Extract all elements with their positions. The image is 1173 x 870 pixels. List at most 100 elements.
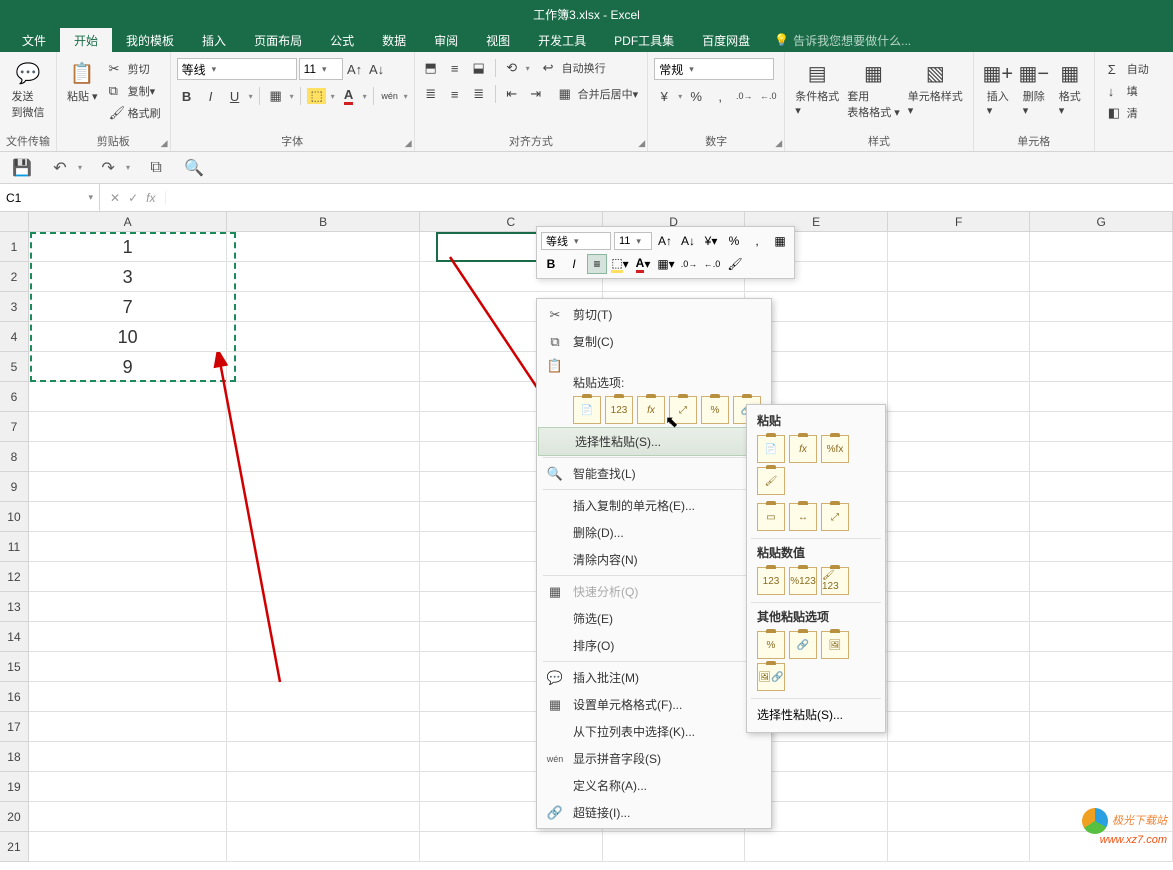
paste-opt-transpose[interactable]: ⤢ bbox=[669, 396, 697, 424]
mini-dec-inc[interactable]: .0→ bbox=[679, 254, 699, 274]
cell-A13[interactable] bbox=[29, 592, 227, 622]
cell-B17[interactable] bbox=[227, 712, 420, 742]
row-header[interactable]: 5 bbox=[0, 352, 29, 382]
row-header[interactable]: 16 bbox=[0, 682, 29, 712]
cell-F6[interactable] bbox=[888, 382, 1031, 412]
cell-G4[interactable] bbox=[1030, 322, 1173, 352]
cell-F7[interactable] bbox=[888, 412, 1031, 442]
sub-paste-transpose[interactable]: ⤢ bbox=[821, 503, 849, 531]
paste-opt-values[interactable]: 123 bbox=[605, 396, 633, 424]
cell-F20[interactable] bbox=[888, 802, 1031, 832]
row-header[interactable]: 11 bbox=[0, 532, 29, 562]
cell-B3[interactable] bbox=[227, 292, 420, 322]
cell-F8[interactable] bbox=[888, 442, 1031, 472]
cell-A18[interactable] bbox=[29, 742, 227, 772]
cell-A4[interactable]: 10 bbox=[29, 322, 227, 352]
mini-currency-icon[interactable]: ¥▾ bbox=[701, 231, 721, 251]
mini-font-size[interactable]: 11▾ bbox=[614, 232, 652, 250]
mini-format-painter[interactable]: 🖌 bbox=[725, 254, 745, 274]
row-header[interactable]: 8 bbox=[0, 442, 29, 472]
ctx-filter[interactable]: 筛选(E)▶ bbox=[537, 605, 771, 632]
ctx-copy[interactable]: ⧉复制(C) bbox=[537, 328, 771, 355]
row-header[interactable]: 9 bbox=[0, 472, 29, 502]
cell-A10[interactable] bbox=[29, 502, 227, 532]
cell-B20[interactable] bbox=[227, 802, 420, 832]
wrap-text-button[interactable]: ↩自动换行 bbox=[540, 59, 609, 77]
paste-opt-formatting[interactable]: % bbox=[701, 396, 729, 424]
ctx-format-cells[interactable]: ▦设置单元格格式(F)... bbox=[537, 691, 771, 718]
tab-baidu[interactable]: 百度网盘 bbox=[688, 28, 764, 52]
cell-B6[interactable] bbox=[227, 382, 420, 412]
cell-A5[interactable]: 9 bbox=[29, 352, 227, 382]
row-header[interactable]: 17 bbox=[0, 712, 29, 742]
cell-F18[interactable] bbox=[888, 742, 1031, 772]
indent-inc-icon[interactable]: ⇥ bbox=[526, 84, 546, 104]
name-box[interactable]: C1▾ bbox=[0, 184, 100, 211]
cell-G1[interactable] bbox=[1030, 232, 1173, 262]
mini-bold[interactable]: B bbox=[541, 254, 561, 274]
sub-paste-formulas-num[interactable]: %fx bbox=[821, 435, 849, 463]
ctx-sort[interactable]: 排序(O)▶ bbox=[537, 632, 771, 659]
ctx-cut[interactable]: ✂剪切(T) bbox=[537, 301, 771, 328]
delete-cells-button[interactable]: ▦−删除▾ bbox=[1016, 58, 1052, 119]
cell-B16[interactable] bbox=[227, 682, 420, 712]
ctx-smart-lookup[interactable]: 🔍智能查找(L) bbox=[537, 460, 771, 487]
cell-G19[interactable] bbox=[1030, 772, 1173, 802]
row-header[interactable]: 18 bbox=[0, 742, 29, 772]
fill-color-button[interactable]: ⬚ bbox=[307, 86, 327, 106]
cell-A11[interactable] bbox=[29, 532, 227, 562]
row-header[interactable]: 20 bbox=[0, 802, 29, 832]
tab-home[interactable]: 开始 bbox=[60, 28, 112, 52]
sub-paste-all[interactable]: 📄 bbox=[757, 435, 785, 463]
cell-A12[interactable] bbox=[29, 562, 227, 592]
cell-F21[interactable] bbox=[888, 832, 1031, 862]
format-painter-button[interactable]: 🖌格式刷 bbox=[106, 104, 164, 122]
sub-other-pic[interactable]: 🖼 bbox=[821, 631, 849, 659]
tab-pdf[interactable]: PDF工具集 bbox=[600, 28, 688, 52]
cell-G5[interactable] bbox=[1030, 352, 1173, 382]
cell-F13[interactable] bbox=[888, 592, 1031, 622]
sub-other-piclink[interactable]: 🖼🔗 bbox=[757, 663, 785, 691]
ctx-show-pinyin[interactable]: wén显示拼音字段(S) bbox=[537, 745, 771, 772]
copy-button[interactable]: ⧉复制 ▾ bbox=[106, 82, 164, 100]
font-shrink-icon[interactable]: A↓ bbox=[367, 59, 387, 79]
pinyin-button[interactable]: wén bbox=[380, 86, 400, 106]
insert-cells-button[interactable]: ▦+插入▾ bbox=[980, 58, 1016, 119]
mini-shrink-icon[interactable]: A↓ bbox=[678, 231, 698, 251]
redo-button[interactable]: ↷ bbox=[96, 156, 120, 180]
cell-G10[interactable] bbox=[1030, 502, 1173, 532]
cell-A3[interactable]: 7 bbox=[29, 292, 227, 322]
orientation-icon[interactable]: ⟲ bbox=[502, 58, 522, 78]
cell-B1[interactable] bbox=[227, 232, 420, 262]
sub-paste-special-item[interactable]: 选择性粘贴(S)... bbox=[747, 701, 885, 728]
cell-G7[interactable] bbox=[1030, 412, 1173, 442]
tab-insert[interactable]: 插入 bbox=[188, 28, 240, 52]
tell-me-input[interactable]: 💡 告诉我您想要做什么... bbox=[774, 28, 911, 52]
mini-align-center[interactable]: ≡ bbox=[587, 254, 607, 274]
clipboard-launcher-icon[interactable]: ◢ bbox=[161, 138, 168, 149]
cell-G16[interactable] bbox=[1030, 682, 1173, 712]
row-header[interactable]: 4 bbox=[0, 322, 29, 352]
cell-F15[interactable] bbox=[888, 652, 1031, 682]
row-header[interactable]: 10 bbox=[0, 502, 29, 532]
paste-opt-formulas[interactable]: fx bbox=[637, 396, 665, 424]
cell-A17[interactable] bbox=[29, 712, 227, 742]
cut-button[interactable]: ✂剪切 bbox=[106, 60, 164, 78]
cell-G14[interactable] bbox=[1030, 622, 1173, 652]
cell-F16[interactable] bbox=[888, 682, 1031, 712]
cell-A21[interactable] bbox=[29, 832, 227, 862]
cell-A8[interactable] bbox=[29, 442, 227, 472]
cell-G11[interactable] bbox=[1030, 532, 1173, 562]
cell-G18[interactable] bbox=[1030, 742, 1173, 772]
cell-B2[interactable] bbox=[227, 262, 420, 292]
align-center-icon[interactable]: ≡ bbox=[445, 84, 465, 104]
fx-icon[interactable]: fx bbox=[146, 191, 155, 205]
cell-B4[interactable] bbox=[227, 322, 420, 352]
font-launcher-icon[interactable]: ◢ bbox=[405, 138, 412, 149]
align-left-icon[interactable]: ≣ bbox=[421, 84, 441, 104]
mini-fill-color[interactable]: ⬚▾ bbox=[610, 254, 630, 274]
sub-other-link[interactable]: 🔗 bbox=[789, 631, 817, 659]
underline-button[interactable]: U bbox=[225, 86, 245, 106]
tab-pagelayout[interactable]: 页面布局 bbox=[240, 28, 316, 52]
cell-style-button[interactable]: ▧单元格样式▾ bbox=[904, 58, 967, 119]
